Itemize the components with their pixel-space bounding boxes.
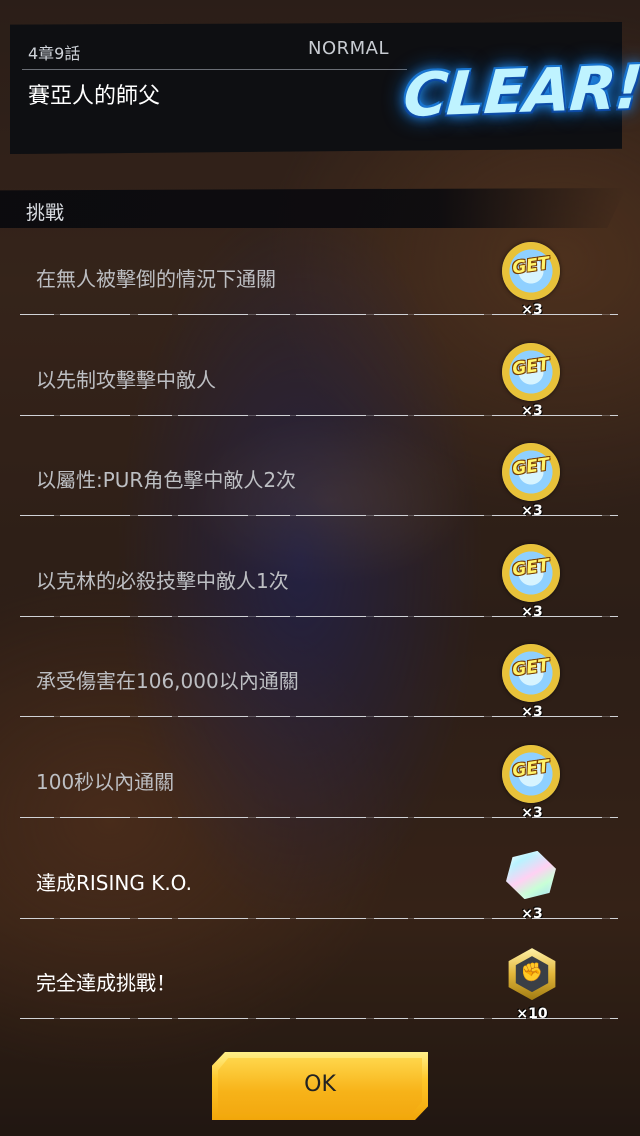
reward-quantity: ×3 bbox=[521, 804, 543, 821]
challenge-row: 達成RISING K.O. ×3 bbox=[0, 832, 640, 933]
challenge-row: 以克林的必殺技擊中敵人1次 GET ×3 bbox=[0, 530, 640, 631]
difficulty-label: NORMAL bbox=[308, 38, 390, 59]
challenge-text: 承受傷害在106,000以內通關 bbox=[36, 669, 299, 694]
row-divider bbox=[20, 515, 618, 517]
reward: GET ×3 bbox=[500, 644, 564, 724]
ok-button[interactable]: OK bbox=[212, 1052, 428, 1120]
row-divider bbox=[20, 816, 618, 818]
fist-icon: ✊ bbox=[520, 962, 544, 984]
challenge-text: 以先制攻擊擊中敵人 bbox=[36, 367, 216, 392]
challenge-text: 以屬性:PUR角色擊中敵人2次 bbox=[36, 468, 297, 493]
reward-quantity: ×10 bbox=[516, 1006, 548, 1023]
challenge-section-bar bbox=[0, 188, 626, 228]
reward: GET ×3 bbox=[500, 242, 564, 322]
challenge-text: 以克林的必殺技擊中敵人1次 bbox=[36, 568, 289, 593]
row-divider bbox=[20, 1018, 618, 1020]
chrono-crystal-icon bbox=[500, 844, 561, 905]
reward-quantity: ×3 bbox=[521, 302, 543, 318]
challenge-row: 完全達成挑戰！ ✊ ×10 bbox=[0, 932, 640, 1033]
reward-quantity: ×3 bbox=[521, 503, 543, 520]
reward-quantity: ×3 bbox=[521, 402, 543, 419]
challenge-text: 達成RISING K.O. bbox=[36, 870, 192, 895]
row-divider bbox=[20, 917, 618, 919]
chapter-label: 4章9話 bbox=[28, 44, 81, 63]
challenge-section-label: 挑戰 bbox=[26, 202, 65, 224]
reward: GET ×3 bbox=[500, 543, 564, 624]
challenge-row: 以屬性:PUR角色擊中敵人2次 GET ×3 bbox=[0, 429, 640, 530]
challenge-row: 以先制攻擊擊中敵人 GET ×3 bbox=[0, 329, 640, 430]
reward: ×3 bbox=[500, 846, 564, 926]
reward: GET ×3 bbox=[500, 342, 564, 423]
stage-title: 賽亞人的師父 bbox=[28, 84, 161, 109]
header-divider bbox=[22, 69, 407, 70]
challenge-row: 100秒以內通關 GET ×3 bbox=[0, 731, 640, 832]
challenge-row: 承受傷害在106,000以內通關 GET ×3 bbox=[0, 630, 640, 731]
clear-banner: CLEAR! bbox=[401, 52, 640, 131]
challenge-row: 在無人被擊倒的情況下通關 GET ×3 bbox=[0, 228, 640, 329]
row-divider bbox=[20, 414, 618, 416]
row-divider bbox=[20, 314, 618, 315]
reward-quantity: ×3 bbox=[521, 704, 543, 721]
row-divider bbox=[20, 615, 618, 617]
reward: GET ×3 bbox=[500, 443, 564, 523]
reward: ✊ ×10 bbox=[500, 946, 564, 1026]
reward: GET ×3 bbox=[500, 744, 564, 825]
reward-quantity: ×3 bbox=[521, 905, 543, 922]
reward-quantity: ×3 bbox=[521, 603, 543, 620]
challenge-text: 在無人被擊倒的情況下通關 bbox=[36, 267, 276, 291]
challenge-text: 100秒以內通關 bbox=[36, 769, 175, 794]
challenge-text: 完全達成挑戰！ bbox=[36, 971, 176, 996]
challenge-list: 在無人被擊倒的情況下通關 GET ×3 以先制攻擊擊中敵人 GET ×3 以屬性… bbox=[0, 228, 640, 1033]
row-divider bbox=[20, 716, 618, 718]
ok-button-label: OK bbox=[304, 1072, 336, 1097]
